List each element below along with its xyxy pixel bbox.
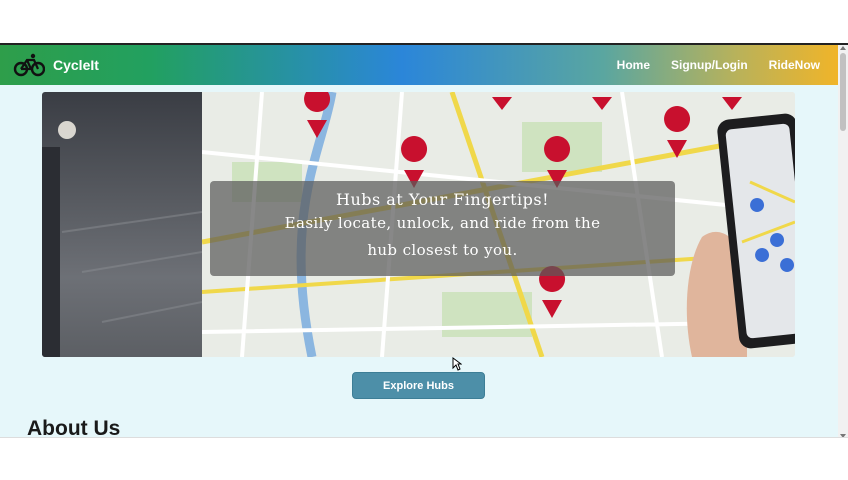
hero-caption: Hubs at Your Fingertips! Easily locate, … [210, 181, 675, 276]
nav-links: Home Signup/Login RideNow [617, 45, 820, 85]
street-photo [42, 92, 203, 357]
hero-caption-title: Hubs at Your Fingertips! [335, 190, 549, 209]
scroll-up-arrow-icon[interactable] [840, 46, 846, 50]
browser-bottom-area [0, 437, 848, 480]
scrollbar[interactable] [838, 45, 848, 437]
about-us-heading: About Us [27, 417, 121, 437]
hero-caption-line-2: hub closest to you. [367, 241, 518, 259]
brand-name: CycleIt [53, 57, 99, 73]
brand[interactable]: CycleIt [13, 53, 99, 77]
hero-banner: Hubs at Your Fingertips! Easily locate, … [42, 92, 795, 357]
nav-link-signup-login[interactable]: Signup/Login [671, 58, 748, 72]
browser-top-area [0, 0, 848, 43]
bicycle-icon [13, 53, 45, 77]
explore-hubs-button[interactable]: Explore Hubs [352, 372, 485, 399]
hero-caption-line-1: Easily locate, unlock, and ride from the [284, 214, 601, 232]
navbar: CycleIt Home Signup/Login RideNow [0, 45, 838, 85]
scroll-thumb[interactable] [840, 53, 846, 131]
nav-link-home[interactable]: Home [617, 58, 650, 72]
nav-link-ridenow[interactable]: RideNow [769, 58, 820, 72]
mouse-cursor-icon [452, 357, 462, 371]
page-viewport: CycleIt Home Signup/Login RideNow Hubs a… [0, 43, 848, 437]
